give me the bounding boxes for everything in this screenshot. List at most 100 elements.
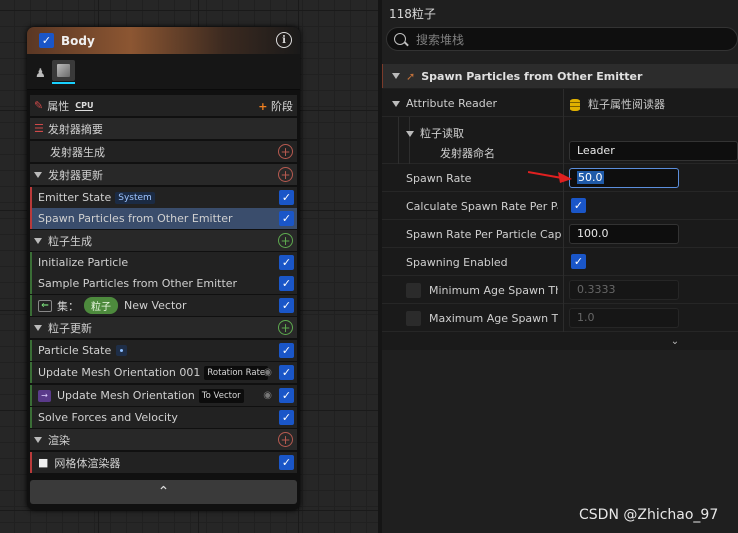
module-set-parameter[interactable]: ⇐ 集： 粒子 New Vector ✓: [30, 295, 297, 316]
prop-max-age[interactable]: Maximum Age Spawn Threshold 1.0: [382, 304, 738, 332]
column-separator: [563, 192, 564, 220]
module-enable-checkbox[interactable]: ✓: [279, 388, 294, 403]
particle-spawn-label: 粒子生成: [48, 234, 92, 248]
module-enable-checkbox[interactable]: ✓: [279, 410, 294, 425]
chevron-down-icon: ⌄: [670, 335, 680, 347]
emitter-summary-row[interactable]: ☰ 发射器摘要: [30, 118, 297, 139]
module-sample-particles[interactable]: Sample Particles from Other Emitter ✓: [30, 273, 297, 294]
search-input[interactable]: 搜索堆栈: [386, 27, 738, 51]
prop-label: 粒子读取: [420, 127, 464, 140]
emitter-update-label: 发射器更新: [48, 168, 103, 182]
person-icon[interactable]: ♟: [35, 66, 46, 80]
max-age-override-checkbox[interactable]: [406, 311, 421, 326]
module-mesh-renderer[interactable]: ■ 网格体渲染器 ✓: [30, 452, 297, 473]
module-enable-checkbox[interactable]: ✓: [279, 211, 294, 226]
particle-update-row[interactable]: 粒子更新 +: [30, 317, 297, 338]
prop-value: 粒子属性阅读器: [570, 96, 665, 112]
add-module-button[interactable]: +: [278, 167, 293, 182]
spawn-rate-field[interactable]: 50.0: [569, 168, 679, 188]
column-separator: [563, 89, 564, 117]
node-enable-checkbox[interactable]: ✓: [39, 33, 54, 48]
collapse-arrow-icon[interactable]: [392, 73, 400, 79]
emitter-spawn-label: 发射器生成: [50, 145, 105, 159]
column-separator: [563, 304, 564, 332]
particle-state-dot-icon: [116, 345, 128, 356]
spawning-enabled-checkbox[interactable]: ✓: [571, 254, 586, 269]
database-icon: [570, 99, 580, 111]
attribute-reader-value: 粒子属性阅读器: [588, 98, 665, 111]
prop-emitter-name[interactable]: 发射器命名 Leader: [382, 140, 738, 164]
eye-icon[interactable]: ◉: [263, 390, 272, 401]
emitter-spawn-row[interactable]: 发射器生成 +: [30, 141, 297, 162]
column-separator: [563, 276, 564, 304]
collapse-arrow-icon[interactable]: [392, 101, 400, 107]
module-enable-checkbox[interactable]: ✓: [279, 276, 294, 291]
module-update-mesh[interactable]: → Update Mesh Orientation To Vector ◉ ✓: [30, 385, 297, 406]
collapse-arrow-icon[interactable]: [34, 171, 42, 178]
prop-label: Spawn Rate: [406, 172, 472, 185]
collapse-node-button[interactable]: ⌃: [30, 480, 297, 504]
particle-update-label: 粒子更新: [48, 321, 92, 335]
properties-row[interactable]: ✎ 属性 CPU + 阶段: [30, 95, 297, 116]
particle-spawn-row[interactable]: 粒子生成 +: [30, 230, 297, 251]
add-stage-button[interactable]: + 阶段: [258, 98, 293, 114]
calc-spawn-rate-checkbox[interactable]: ✓: [571, 198, 586, 213]
eye-icon[interactable]: ◉: [263, 367, 272, 378]
module-enable-checkbox[interactable]: ✓: [279, 365, 294, 380]
module-spawn-from-other[interactable]: Spawn Particles from Other Emitter ✓: [30, 208, 297, 229]
module-update-mesh-001[interactable]: Update Mesh Orientation 001 Rotation Rat…: [30, 362, 297, 383]
red-annotation-arrow: [528, 171, 572, 183]
node-header[interactable]: ✓ Body i: [27, 27, 300, 54]
prop-spawn-rate-cap[interactable]: Spawn Rate Per Particle Cap 100.0: [382, 220, 738, 248]
add-module-button[interactable]: +: [278, 144, 293, 159]
module-label: Particle State: [38, 344, 112, 357]
module-enable-checkbox[interactable]: ✓: [279, 298, 294, 313]
stage-label: 阶段: [271, 100, 293, 113]
prop-calc-spawn-rate[interactable]: Calculate Spawn Rate Per Particle ✓: [382, 192, 738, 220]
module-enable-checkbox[interactable]: ✓: [279, 255, 294, 270]
module-label: Sample Particles from Other Emitter: [38, 277, 238, 290]
indent-guide: [398, 140, 410, 164]
category-header[interactable]: ➚ Spawn Particles from Other Emitter: [382, 64, 738, 88]
watermark-text: CSDN @Zhichao_97: [579, 507, 719, 523]
min-age-override-checkbox[interactable]: [406, 283, 421, 298]
max-age-field[interactable]: 1.0: [569, 308, 679, 328]
add-module-button[interactable]: +: [278, 320, 293, 335]
rotation-rate-tag: Rotation Rate: [204, 365, 269, 380]
collapse-arrow-icon[interactable]: [34, 324, 42, 331]
prop-spawning-enabled[interactable]: Spawning Enabled ✓: [382, 248, 738, 276]
expand-advanced-button[interactable]: ⌄: [382, 332, 738, 350]
node-icon-row: ♟: [27, 54, 300, 90]
module-solve-forces[interactable]: Solve Forces and Velocity ✓: [30, 407, 297, 428]
column-separator: [563, 220, 564, 248]
min-age-field[interactable]: 0.3333: [569, 280, 679, 300]
module-particle-state[interactable]: Particle State ✓: [30, 340, 297, 361]
module-label: Spawn Particles from Other Emitter: [38, 212, 233, 225]
emitter-node[interactable]: ✓ Body i ♟ ✎ 属性 CPU + 阶段 ☰ 发射器摘要 发射器生成 +…: [27, 27, 300, 510]
prop-attribute-reader[interactable]: Attribute Reader 粒子属性阅读器: [382, 89, 738, 117]
prop-label: Maximum Age Spawn Threshold: [429, 312, 558, 325]
module-emitter-state[interactable]: Emitter State System ✓: [30, 187, 297, 208]
module-label: 网格体渲染器: [54, 456, 121, 470]
add-module-button[interactable]: +: [278, 233, 293, 248]
chevron-up-icon: ⌃: [157, 484, 170, 500]
render-row[interactable]: 渲染 +: [30, 429, 297, 450]
emitter-update-row[interactable]: 发射器更新 +: [30, 164, 297, 185]
module-initialize-particle[interactable]: Initialize Particle ✓: [30, 252, 297, 273]
collapse-arrow-icon[interactable]: [34, 436, 42, 443]
add-renderer-button[interactable]: +: [278, 432, 293, 447]
spawn-rate-cap-field[interactable]: 100.0: [569, 224, 679, 244]
collapse-arrow-icon[interactable]: [34, 237, 42, 244]
render-label: 渲染: [48, 433, 70, 447]
module-enable-checkbox[interactable]: ✓: [279, 190, 294, 205]
info-icon[interactable]: i: [276, 32, 292, 48]
module-enable-checkbox[interactable]: ✓: [279, 455, 294, 470]
list-icon: ☰: [34, 122, 44, 135]
collapse-arrow-icon[interactable]: [406, 131, 414, 137]
particle-pill: 粒子: [84, 297, 118, 314]
properties-label: 属性: [47, 99, 70, 113]
emitter-name-field[interactable]: Leader: [569, 141, 738, 161]
prop-min-age[interactable]: Minimum Age Spawn Threshold 0.3333: [382, 276, 738, 304]
mesh-cube-icon[interactable]: [52, 60, 75, 81]
module-enable-checkbox[interactable]: ✓: [279, 343, 294, 358]
